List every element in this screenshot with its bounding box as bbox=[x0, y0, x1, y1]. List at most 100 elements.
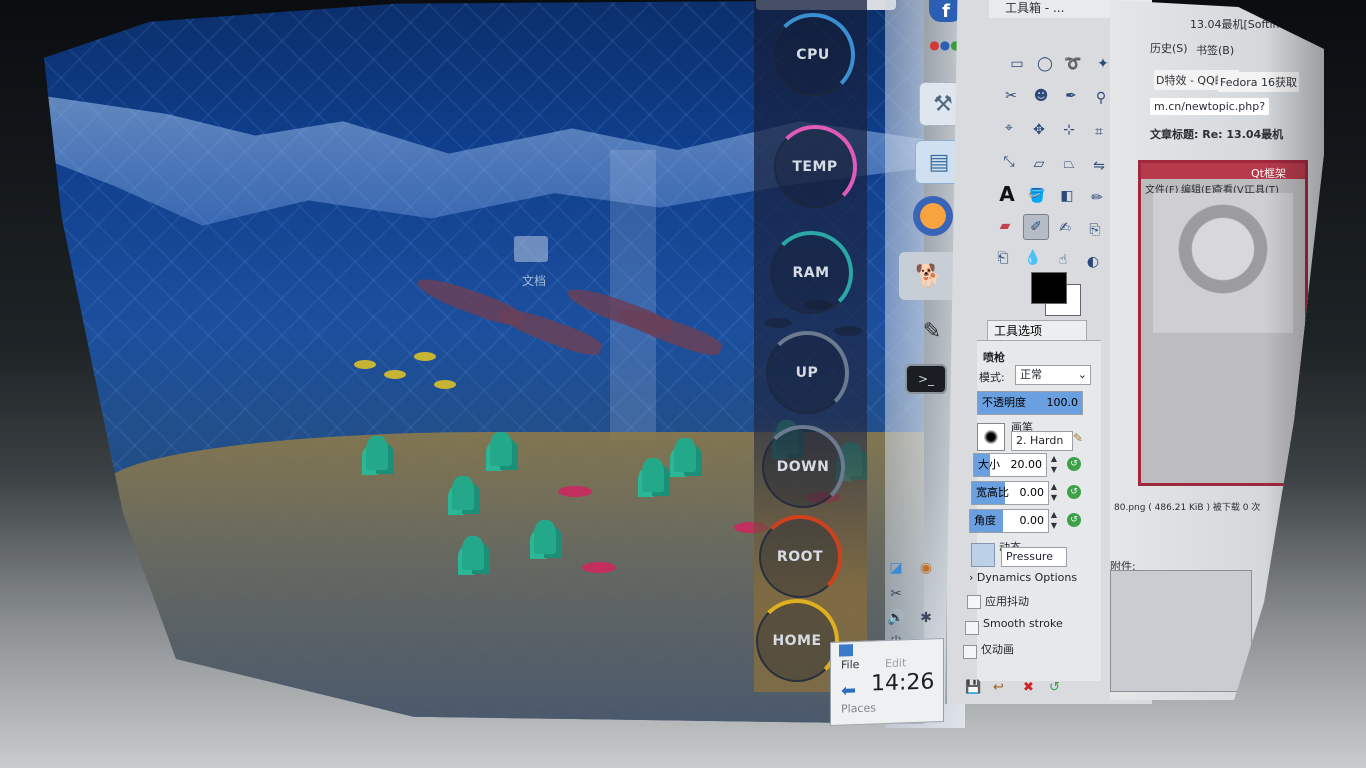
root-gauge-arc bbox=[758, 515, 842, 599]
foreground-select-tool-icon[interactable]: ☻ bbox=[1029, 84, 1053, 108]
file-manager-window: File Edit ⬅ 14:26 Places bbox=[830, 638, 944, 726]
size-spinner[interactable]: ▲ ▼ bbox=[1049, 453, 1059, 475]
menu-file[interactable]: File bbox=[841, 658, 859, 672]
motion-checkbox[interactable] bbox=[963, 645, 977, 659]
flip-tool-icon[interactable]: ⇋ bbox=[1087, 154, 1111, 178]
chevron-down-icon: ⌄ bbox=[1077, 368, 1087, 381]
system-monitor-widget: CPU TEMP RAM UP DOWN ROOT HOME bbox=[754, 0, 867, 692]
file-size-caption: 80.png ( 486.21 KiB ) 被下载 0 次 bbox=[1114, 503, 1261, 513]
perspective-clone-tool-icon[interactable]: ⎗ bbox=[991, 246, 1015, 270]
blur-tool-icon[interactable]: 💧 bbox=[1021, 246, 1045, 270]
menu-bookmarks[interactable]: 书签(B) bbox=[1196, 42, 1234, 58]
url-bar[interactable]: m.cn/newtopic.php? bbox=[1150, 98, 1270, 115]
tab-tool-options[interactable]: 工具选项 bbox=[987, 320, 1087, 341]
dynamics-field[interactable]: Pressure bbox=[1001, 547, 1067, 567]
tool-options-panel: 喷枪 模式: 正常 ⌄ 不透明度 100.0 画笔 2. Hardn ✎ 大小 … bbox=[963, 340, 1101, 681]
reset-icon[interactable]: ↺ bbox=[1067, 485, 1081, 499]
temp-gauge-arc bbox=[773, 125, 857, 209]
measure-tool-icon[interactable]: ⌖ bbox=[997, 116, 1021, 140]
aspect-label: 宽高比 bbox=[976, 486, 1009, 499]
eraser-tool-icon[interactable]: ▰ bbox=[993, 214, 1017, 238]
airbrush-tool-icon[interactable]: ✐ bbox=[1023, 214, 1049, 240]
brush-field[interactable]: 2. Hardn bbox=[1011, 431, 1073, 451]
yellow-fish bbox=[384, 370, 406, 379]
size-value: 20.00 bbox=[1010, 458, 1043, 471]
rect-select-tool-icon[interactable]: ▭ bbox=[1005, 52, 1029, 76]
dodge-burn-tool-icon[interactable]: ◐ bbox=[1081, 250, 1105, 274]
home-gauge: HOME bbox=[755, 599, 839, 683]
down-gauge-arc bbox=[761, 425, 845, 509]
mode-select[interactable]: 正常 ⌄ bbox=[1015, 365, 1091, 385]
terminal-icon[interactable]: >_ bbox=[905, 364, 947, 394]
reset-icon[interactable]: ↺ bbox=[1067, 457, 1081, 471]
battery-icon[interactable]: ◉ bbox=[915, 558, 937, 578]
sea-plant bbox=[490, 432, 512, 466]
sea-plant bbox=[642, 458, 664, 492]
aspect-spinner[interactable]: ▲ ▼ bbox=[1049, 481, 1059, 503]
foreground-color-swatch[interactable] bbox=[1031, 272, 1067, 304]
move-tool-icon[interactable]: ✥ bbox=[1027, 118, 1051, 142]
crop-tool-icon[interactable]: ⌗ bbox=[1087, 120, 1111, 144]
network-icon[interactable]: ◪ bbox=[885, 558, 907, 578]
ink-tool-icon[interactable]: ✍ bbox=[1053, 216, 1077, 240]
angle-spinner[interactable]: ▲ ▼ bbox=[1049, 509, 1059, 531]
sea-plant bbox=[452, 476, 474, 510]
bucket-fill-tool-icon[interactable]: 🪣 bbox=[1025, 184, 1049, 208]
places-label: Places bbox=[841, 701, 876, 716]
volume-icon[interactable]: 🔊 bbox=[885, 608, 907, 628]
jitter-checkbox[interactable] bbox=[967, 595, 981, 609]
cylinder-shading bbox=[1264, 0, 1324, 700]
shear-tool-icon[interactable]: ▱ bbox=[1027, 152, 1051, 176]
attachment-thumbnail[interactable] bbox=[1110, 570, 1252, 692]
clone-tool-icon[interactable]: ⎘ bbox=[1083, 218, 1107, 242]
browser-window: 13.04最机[Softimage 历史(S) 书签(B) D特效 - QQ邮箱… bbox=[1110, 0, 1324, 700]
save-icon[interactable]: 💾 bbox=[965, 680, 981, 695]
motion-label: 仅动画 bbox=[981, 643, 1014, 656]
red-fish bbox=[558, 486, 592, 497]
opacity-label: 不透明度 bbox=[982, 396, 1026, 409]
dynamics-options-label: Dynamics Options bbox=[976, 571, 1078, 584]
smooth-stroke-checkbox[interactable] bbox=[965, 621, 979, 635]
blend-tool-icon[interactable]: ◧ bbox=[1055, 184, 1079, 208]
scale-tool-icon[interactable]: ⤡ bbox=[997, 150, 1021, 174]
align-tool-icon[interactable]: ⊹ bbox=[1057, 118, 1081, 142]
sea-plant bbox=[462, 536, 484, 570]
smudge-tool-icon[interactable]: ☝ bbox=[1051, 248, 1075, 272]
reset-icon[interactable]: ↺ bbox=[1049, 680, 1060, 695]
paths-tool-icon[interactable]: ✒ bbox=[1059, 84, 1083, 108]
ellipse-select-tool-icon[interactable]: ◯ bbox=[1033, 52, 1057, 76]
menu-history[interactable]: 历史(S) bbox=[1150, 40, 1188, 56]
brush-preview[interactable] bbox=[977, 423, 1005, 451]
scissors-select-tool-icon[interactable]: ✂ bbox=[999, 84, 1023, 108]
mode-value: 正常 bbox=[1020, 368, 1042, 381]
lasso-tool-icon[interactable]: ➰ bbox=[1061, 52, 1085, 76]
edit-brush-icon[interactable]: ✎ bbox=[1073, 431, 1083, 445]
firefox-icon[interactable] bbox=[913, 196, 953, 236]
angle-slider[interactable]: 角度 0.00 bbox=[969, 509, 1049, 533]
aspect-value: 0.00 bbox=[1019, 486, 1045, 499]
bluetooth-icon[interactable]: ✱ bbox=[915, 608, 937, 628]
delete-icon[interactable]: ✖ bbox=[1023, 680, 1034, 695]
text-editor-icon[interactable]: ✎ bbox=[909, 310, 955, 352]
text-tool-icon[interactable]: A bbox=[995, 182, 1019, 206]
aspect-slider[interactable]: 宽高比 0.00 bbox=[971, 481, 1049, 505]
dynamics-icon[interactable] bbox=[971, 543, 995, 567]
yellow-fish bbox=[434, 380, 456, 389]
restore-icon[interactable]: ↩ bbox=[993, 680, 1004, 695]
reset-icon[interactable]: ↺ bbox=[1067, 513, 1081, 527]
dynamics-options-expander[interactable]: › Dynamics Options bbox=[969, 571, 1077, 584]
gimp-icon[interactable]: 🐕 bbox=[899, 252, 959, 300]
window-title: 13.04最机[Softimage bbox=[1190, 18, 1304, 31]
opacity-slider[interactable]: 不透明度 100.0 bbox=[977, 391, 1083, 415]
color-picker-tool-icon[interactable]: ⚲ bbox=[1089, 86, 1113, 110]
root-gauge: ROOT bbox=[758, 515, 842, 599]
opacity-value: 100.0 bbox=[1046, 396, 1079, 409]
scissors-icon[interactable]: ✂ bbox=[885, 584, 907, 604]
size-slider[interactable]: 大小 20.00 bbox=[973, 453, 1047, 477]
menu-edit[interactable]: Edit bbox=[885, 656, 906, 670]
back-arrow-icon[interactable]: ⬅ bbox=[841, 680, 856, 702]
pencil-tool-icon[interactable]: ✏ bbox=[1085, 186, 1109, 210]
sea-plant bbox=[674, 438, 696, 472]
sea-plant bbox=[534, 520, 556, 554]
perspective-tool-icon[interactable]: ⏢ bbox=[1057, 152, 1081, 176]
